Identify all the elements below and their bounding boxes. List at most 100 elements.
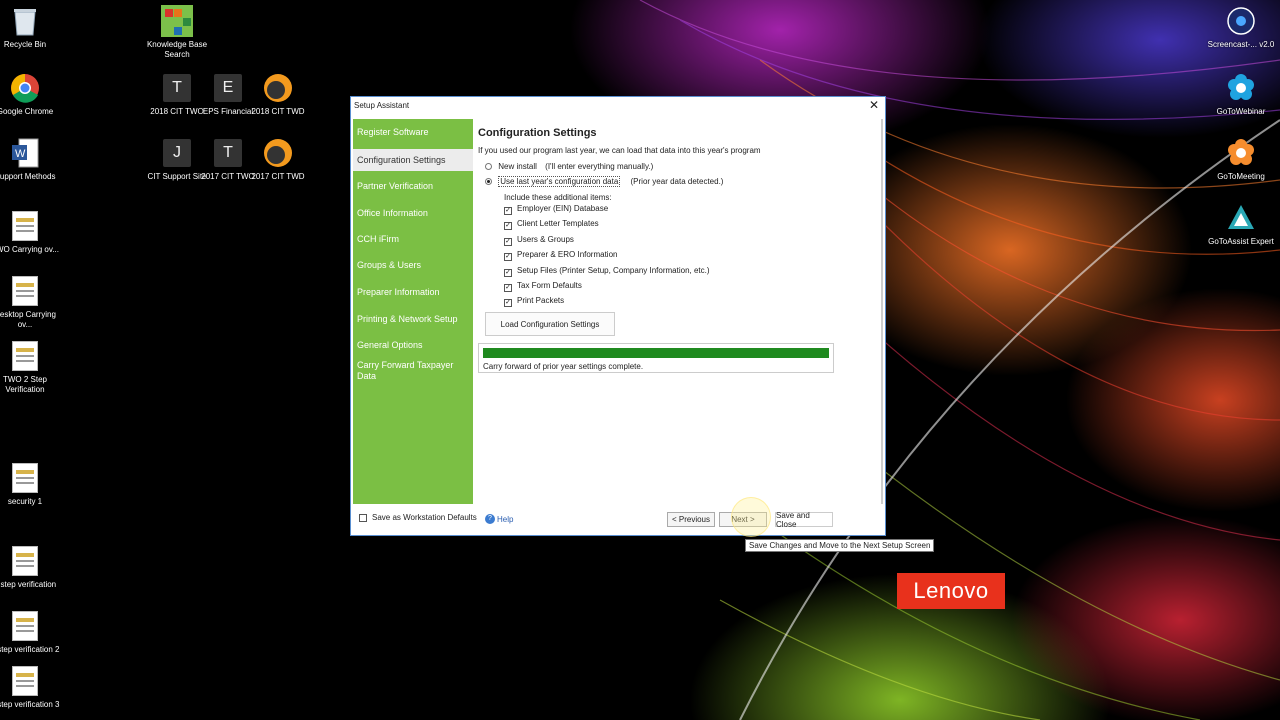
- include-item-checkbox[interactable]: ✓ Employer (EIN) Database: [504, 204, 608, 215]
- workstation-defaults-checkbox[interactable]: Save as Workstation Defaults: [359, 513, 477, 522]
- previous-button[interactable]: < Previous: [667, 512, 715, 527]
- progress-status-text: Carry forward of prior year settings com…: [483, 362, 644, 371]
- radio-button-icon[interactable]: [485, 163, 492, 170]
- desktop-icon-label: GoToAssist Expert: [1208, 237, 1274, 246]
- dialog-titlebar: Setup Assistant ✕: [351, 97, 885, 113]
- checkbox-icon[interactable]: ✓: [504, 237, 512, 246]
- progress-panel: Carry forward of prior year settings com…: [478, 343, 834, 373]
- desktop-icon[interactable]: 2018 CIT TWD: [243, 72, 313, 117]
- include-item-checkbox[interactable]: ✓ Client Letter Templates: [504, 219, 599, 231]
- progress-fill: [483, 348, 829, 358]
- include-item-checkbox[interactable]: ✓ Tax Form Defaults: [504, 281, 582, 292]
- radio-use-label: Use last year's configuration data: [498, 176, 621, 187]
- radio-use-last-year[interactable]: Use last year's configuration data (Prio…: [485, 176, 724, 187]
- workstation-defaults-label: Save as Workstation Defaults: [372, 513, 477, 522]
- radio-use-note: (Prior year data detected.): [630, 177, 724, 186]
- sidebar-item[interactable]: Printing & Network Setup: [353, 314, 473, 325]
- desktop-icon-label: 2018 CIT TWD: [251, 107, 305, 116]
- t-tile-icon: T: [161, 72, 193, 104]
- desktop-icon-label: Support Methods: [0, 172, 56, 181]
- gotomeeting-icon: [1225, 137, 1257, 169]
- document-thumb-icon: [9, 665, 41, 697]
- desktop-icon-label: 2 step verification 2: [0, 645, 60, 654]
- checkbox-icon[interactable]: ✓: [504, 222, 512, 231]
- checkbox-label: Print Packets: [517, 296, 565, 306]
- desktop-icon[interactable]: TWO 2 Step Verification: [0, 340, 60, 395]
- dialog-title: Setup Assistant: [354, 100, 410, 110]
- desktop-icon[interactable]: Desktop Carrying ov...: [0, 275, 60, 330]
- radio-button-selected-icon[interactable]: [485, 178, 492, 185]
- include-item-checkbox[interactable]: ✓ Preparer & ERO Information: [504, 250, 618, 262]
- sidebar-item[interactable]: Partner Verification: [353, 181, 473, 192]
- sidebar-item[interactable]: Register Software: [353, 127, 473, 138]
- desktop-icon-label: Google Chrome: [0, 107, 54, 116]
- checkbox-icon[interactable]: ✓: [504, 299, 512, 308]
- progress-bar: [483, 348, 829, 358]
- sidebar-item[interactable]: Carry Forward Taxpayer Data: [353, 360, 473, 382]
- desktop-icon[interactable]: Knowledge Base Search: [142, 5, 212, 60]
- radio-new-install[interactable]: New install (I'll enter everything manua…: [485, 162, 653, 171]
- document-thumb-icon: [9, 210, 41, 242]
- checkbox-label: Preparer & ERO Information: [517, 250, 618, 260]
- desktop-icon[interactable]: 2017 CIT TWD: [243, 137, 313, 182]
- screencast-icon: [1225, 5, 1257, 37]
- document-thumb-icon: [9, 462, 41, 494]
- include-item-checkbox[interactable]: ✓ Setup Files (Printer Setup, Company Inf…: [504, 266, 710, 277]
- help-label: Help: [497, 514, 514, 524]
- lenovo-logo: Lenovo: [897, 573, 1005, 609]
- config-settings-panel: Configuration Settings If you used our p…: [475, 119, 883, 504]
- checkbox-label: Setup Files (Printer Setup, Company Info…: [517, 265, 710, 275]
- checkbox-label: Client Letter Templates: [517, 219, 599, 229]
- close-icon[interactable]: ✕: [866, 98, 882, 112]
- desktop-icon[interactable]: 2 step verification: [0, 545, 60, 590]
- checkbox-icon[interactable]: ✓: [504, 284, 512, 292]
- desktop-icon-label: Recycle Bin: [3, 40, 47, 49]
- desktop-icon[interactable]: security 1: [0, 462, 60, 507]
- setup-sidebar: Register Software Configuration Settings P…: [353, 119, 473, 504]
- document-thumb-icon: [9, 340, 41, 372]
- sidebar-item[interactable]: General Options: [353, 340, 473, 351]
- desktop-icon[interactable]: 2 step verification 2: [0, 610, 60, 655]
- radio-new-label: New install: [498, 162, 537, 171]
- desktop-icon[interactable]: 2 step verification 3: [0, 665, 60, 710]
- sidebar-item[interactable]: Preparer Information: [353, 287, 473, 298]
- desktop-icon[interactable]: Recycle Bin: [0, 5, 60, 50]
- desktop-icon-label: 2 step verification 3: [0, 700, 60, 709]
- checkbox-icon[interactable]: ✓: [504, 253, 512, 262]
- include-item-checkbox[interactable]: ✓ Users & Groups: [504, 235, 574, 246]
- document-thumb-icon: [9, 275, 41, 307]
- radio-new-note: (I'll enter everything manually.): [545, 162, 654, 171]
- desktop-icon[interactable]: GoToAssist Expert: [1206, 202, 1276, 247]
- sidebar-item[interactable]: CCH iFirm: [353, 234, 473, 245]
- load-configuration-button[interactable]: Load Configuration Settings: [485, 312, 615, 336]
- desktop-icon-label: TWO Carrying ov...: [0, 245, 59, 254]
- help-icon: ?: [485, 514, 495, 524]
- desktop-icon-label: 2017 CIT TWD: [251, 172, 305, 181]
- document-thumb-icon: [9, 610, 41, 642]
- checkbox-icon[interactable]: ✓: [504, 207, 512, 215]
- include-item-checkbox[interactable]: ✓ Print Packets: [504, 296, 565, 308]
- desktop-icon-label: Knowledge Base Search: [146, 40, 208, 59]
- desktop-icon[interactable]: TWO Carrying ov...: [0, 210, 60, 255]
- t-tile-icon: T: [212, 137, 244, 169]
- chrome-icon: [9, 72, 41, 104]
- gotoassist-icon: [1225, 202, 1257, 234]
- next-button-tooltip: Save Changes and Move to the Next Setup …: [745, 539, 935, 552]
- desktop-icon[interactable]: W Support Methods: [0, 137, 60, 182]
- dialog-footer: Save as Workstation Defaults ? Help < Pr…: [353, 505, 883, 533]
- desktop-icon[interactable]: Screencast-... v2.0: [1206, 5, 1276, 50]
- sidebar-item[interactable]: Office Information: [353, 208, 473, 219]
- setup-assistant-dialog: Setup Assistant ✕ Register Software Confi…: [350, 96, 886, 536]
- gotowebinar-icon: [1225, 72, 1257, 104]
- checkbox-icon[interactable]: [359, 513, 367, 522]
- help-link[interactable]: ? Help: [485, 514, 513, 524]
- desktop-icon[interactable]: Google Chrome: [0, 72, 60, 117]
- sidebar-item[interactable]: Configuration Settings: [353, 149, 473, 171]
- desktop-icon[interactable]: GoToWebinar: [1206, 72, 1276, 117]
- sidebar-item[interactable]: Groups & Users: [353, 260, 473, 271]
- checkbox-label: Users & Groups: [517, 234, 574, 244]
- j-tile-icon: J: [161, 137, 193, 169]
- desktop-icon[interactable]: GoToMeeting: [1206, 137, 1276, 182]
- checkbox-icon[interactable]: ✓: [504, 268, 512, 277]
- save-and-close-button[interactable]: Save and Close: [775, 511, 833, 529]
